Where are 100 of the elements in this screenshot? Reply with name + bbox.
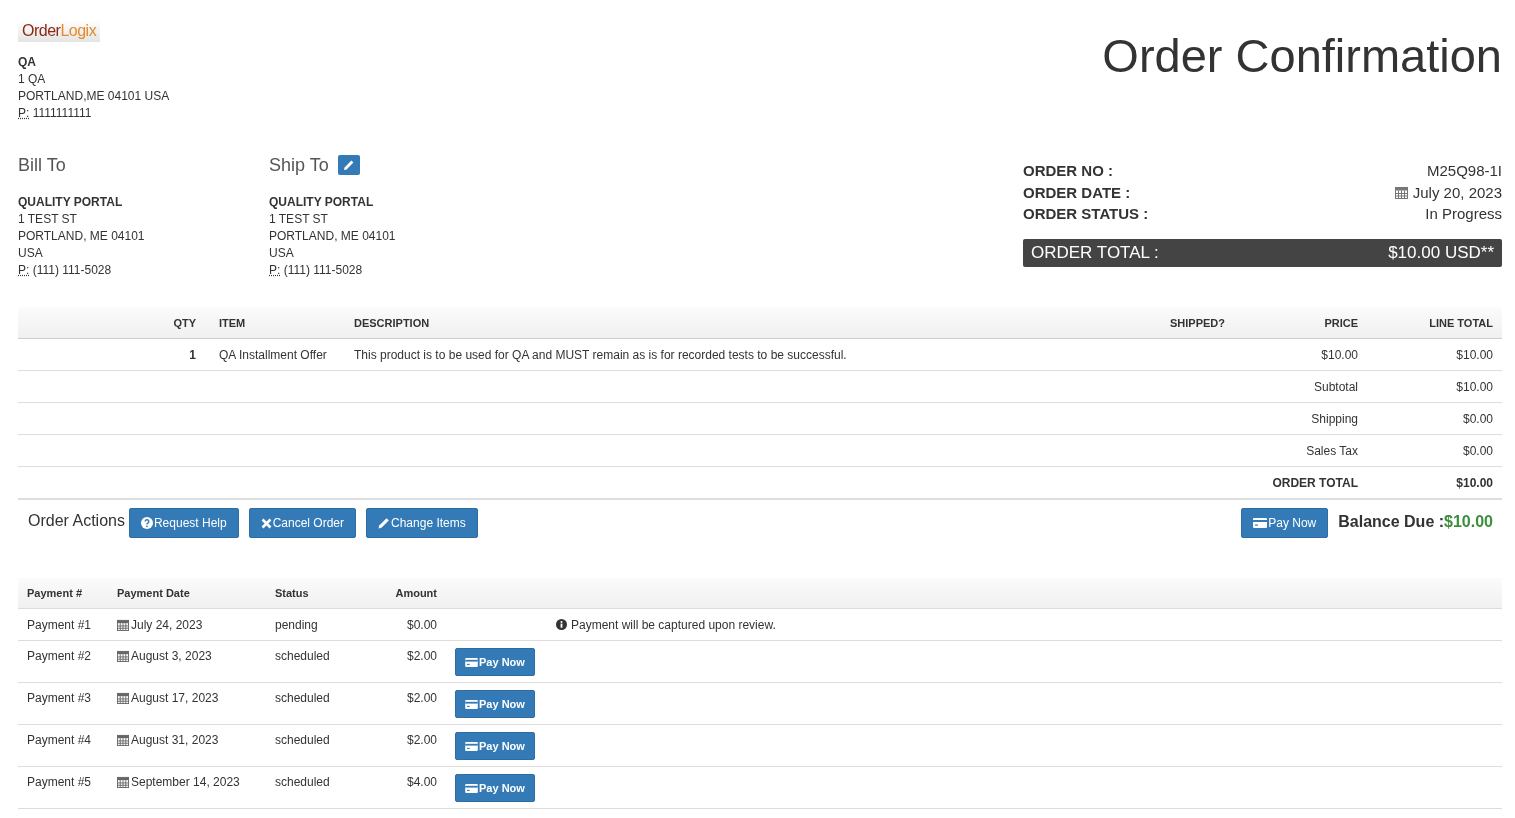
pay-now-button[interactable]: Pay Now xyxy=(455,648,535,676)
phone-label: P: xyxy=(18,263,30,277)
order-info-value: M25Q98-1I xyxy=(1426,161,1502,181)
table-cell-text: This product is to be used for QA and MUST remain as is for recorded tests to be successful. xyxy=(353,347,848,362)
table-cell-text: scheduled xyxy=(274,649,331,663)
order-info-label: ORDER DATE : xyxy=(1023,182,1131,203)
phone-label: P: xyxy=(18,106,30,120)
payment-date: August 3, 2023 xyxy=(131,649,212,663)
edit-address-button[interactable] xyxy=(337,155,360,175)
table-cell-text: Payment #4 xyxy=(26,733,93,747)
company-name: QA xyxy=(18,54,37,71)
pencil-icon xyxy=(342,159,355,171)
summary-value: $10.00 xyxy=(1455,475,1494,490)
pay-now-button[interactable]: Pay Now xyxy=(455,774,535,802)
pay-now-button[interactable]: Pay Now xyxy=(1241,508,1329,538)
order-actions-label: Order Actions xyxy=(28,512,125,530)
order-total-value: $10.00 USD** xyxy=(1388,242,1494,263)
table-cell-text: Payment #3 xyxy=(26,691,93,705)
calendar-icon xyxy=(117,734,129,746)
address-line: USA xyxy=(18,245,44,262)
action-button[interactable]: Cancel Order xyxy=(248,508,357,538)
company-logo: OrderLogix xyxy=(18,20,101,42)
summary-label: Sales Tax xyxy=(1305,443,1359,458)
order-total-label: ORDER TOTAL : xyxy=(1031,242,1159,263)
address-name: QUALITY PORTAL xyxy=(269,194,375,211)
table-cell-text: $2.00 xyxy=(405,649,438,663)
payment-date: August 31, 2023 xyxy=(131,733,219,747)
calendar-icon xyxy=(117,618,129,631)
table-cell-text: $2.00 xyxy=(405,691,438,705)
payment-note: Payment will be captured upon review. xyxy=(571,617,776,632)
column-header: Amount xyxy=(394,587,438,599)
credit-card-icon xyxy=(465,657,478,667)
table-cell-text: scheduled xyxy=(274,733,331,747)
order-info-label: ORDER NO : xyxy=(1023,161,1113,181)
page-title: Order Confirmation xyxy=(1102,28,1502,84)
address-line: 1 TEST ST xyxy=(18,211,78,228)
calendar-icon xyxy=(117,692,129,704)
column-header: PRICE xyxy=(1323,316,1359,329)
address-heading: Ship To xyxy=(269,154,329,176)
table-cell-text: $10.00 xyxy=(1320,347,1359,362)
address-heading: Bill To xyxy=(18,154,66,176)
column-header: SHIPPED? xyxy=(1169,316,1226,329)
payment-date: August 17, 2023 xyxy=(131,691,219,705)
order-info-value: July 20, 2023 xyxy=(1412,182,1502,203)
table-cell-text: $2.00 xyxy=(405,733,438,747)
summary-value: $10.00 xyxy=(1455,379,1494,394)
order-info-label: ORDER STATUS : xyxy=(1023,204,1149,224)
pay-now-button[interactable]: Pay Now xyxy=(455,690,535,718)
column-header: LINE TOTAL xyxy=(1428,316,1494,329)
table-cell-text: scheduled xyxy=(274,775,331,789)
address-line: USA xyxy=(269,245,295,262)
calendar-icon xyxy=(117,776,129,788)
pay-now-button[interactable]: Pay Now xyxy=(455,732,535,760)
balance-due-label: Balance Due : xyxy=(1338,513,1445,530)
column-header: QTY xyxy=(172,316,197,329)
table-cell-text: QA Installment Offer xyxy=(218,347,328,362)
pencil-icon xyxy=(378,517,391,529)
address-line: PORTLAND, ME 04101 xyxy=(269,228,397,245)
summary-label: Subtotal xyxy=(1312,379,1359,394)
credit-card-icon xyxy=(465,783,478,793)
summary-value: $0.00 xyxy=(1461,443,1494,458)
summary-label: ORDER TOTAL xyxy=(1271,475,1359,490)
column-header: Payment # xyxy=(26,587,84,599)
summary-value: $0.00 xyxy=(1461,411,1494,426)
credit-card-icon xyxy=(465,741,478,751)
close-icon xyxy=(260,517,272,529)
phone-label: P: xyxy=(269,263,281,277)
table-cell-text: 1 xyxy=(188,347,197,362)
column-header: Payment Date xyxy=(116,587,191,599)
question-icon xyxy=(140,517,153,529)
action-button[interactable]: Change Items xyxy=(366,508,478,538)
calendar-icon xyxy=(1394,185,1408,199)
table-cell-text: Payment #2 xyxy=(26,649,93,663)
summary-label: Shipping xyxy=(1310,411,1359,426)
address-phone: (111) 111-5028 xyxy=(32,263,112,277)
column-header: Status xyxy=(274,587,310,599)
company-address-line: PORTLAND,ME 04101 USA xyxy=(18,88,170,105)
credit-card-icon xyxy=(465,699,478,709)
payment-date: September 14, 2023 xyxy=(131,775,240,789)
table-cell-text: $10.00 xyxy=(1455,347,1494,362)
table-cell-text: $4.00 xyxy=(405,775,438,789)
credit-card-icon xyxy=(1253,518,1268,528)
address-name: QUALITY PORTAL xyxy=(18,194,124,211)
table-cell-text: scheduled xyxy=(274,691,331,705)
column-header: ITEM xyxy=(218,316,247,329)
calendar-icon xyxy=(117,650,129,662)
column-header: DESCRIPTION xyxy=(353,316,431,329)
payment-date: July 24, 2023 xyxy=(131,617,203,632)
action-button[interactable]: Request Help xyxy=(128,508,239,538)
table-cell-text: $0.00 xyxy=(405,617,438,632)
info-icon xyxy=(556,619,567,630)
order-info-value: In Progress xyxy=(1425,204,1502,224)
address-line: 1 TEST ST xyxy=(269,211,329,228)
table-cell-text: pending xyxy=(274,617,319,632)
table-cell-text: Payment #5 xyxy=(26,775,93,789)
address-phone: (111) 111-5028 xyxy=(283,263,363,277)
company-address-line: 1 QA xyxy=(18,71,47,88)
address-line: PORTLAND, ME 04101 xyxy=(18,228,146,245)
table-cell-text: Payment #1 xyxy=(26,617,93,632)
balance-due-value: $10.00 xyxy=(1444,513,1493,530)
